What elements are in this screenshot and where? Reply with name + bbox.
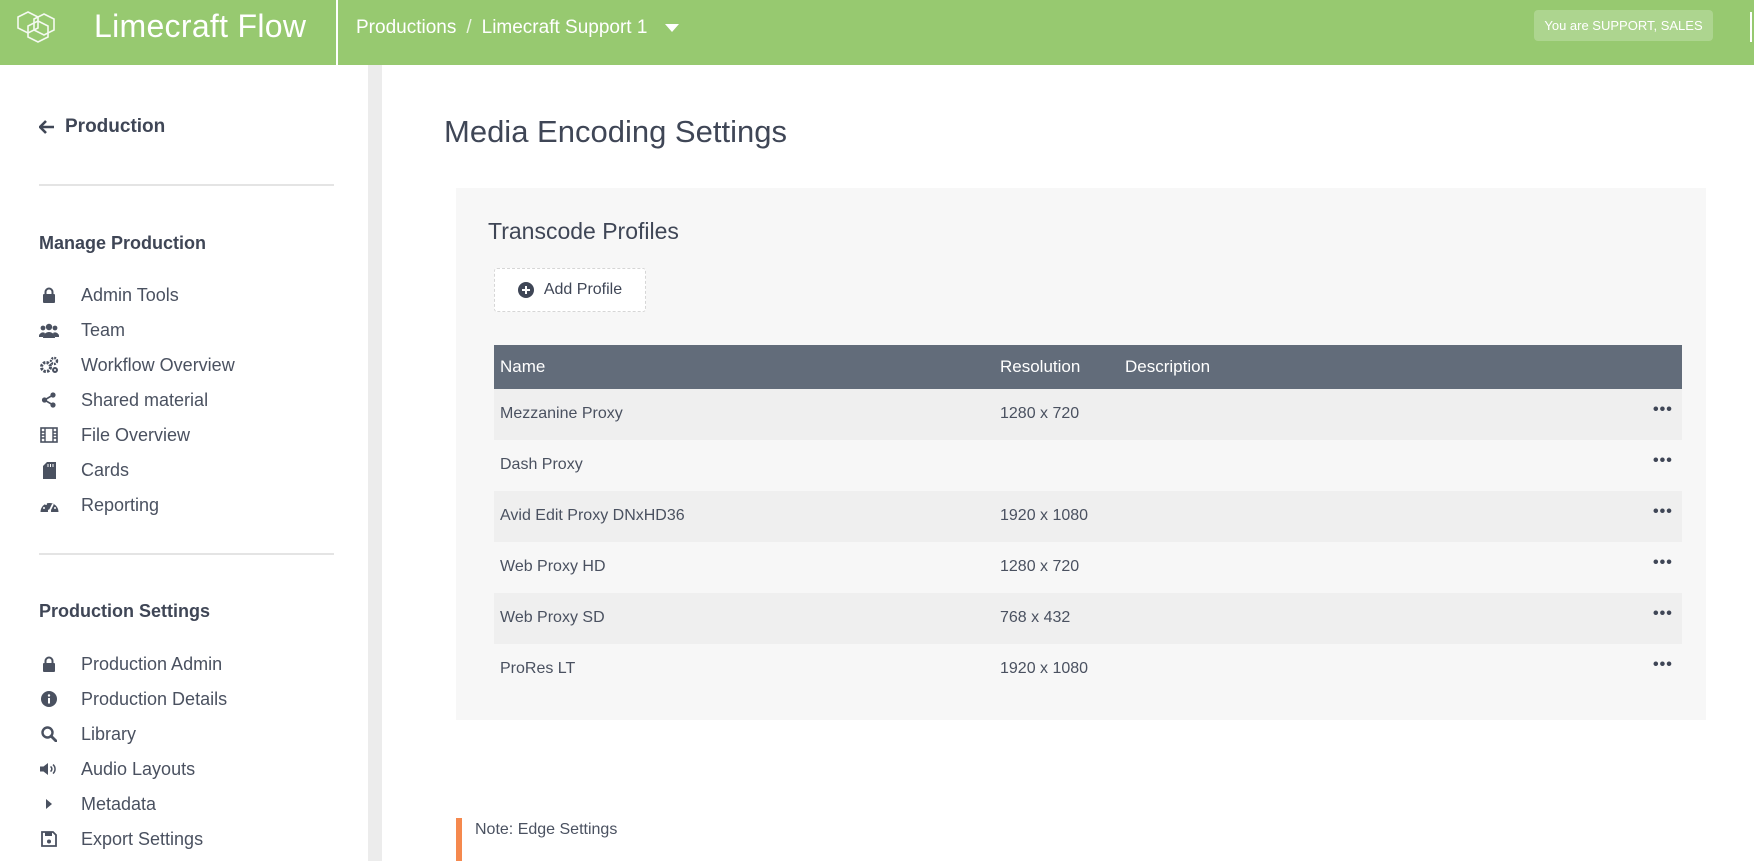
sidebar-item-label: Production Admin [81,653,223,674]
sidebar-item-audio-layouts[interactable]: Audio Layouts [39,756,195,782]
sidebar-item-file-overview[interactable]: File Overview [39,422,190,448]
add-profile-button[interactable]: Add Profile [494,268,646,312]
more-options-icon[interactable]: ••• [1653,605,1673,623]
film-icon [39,425,59,445]
page-title: Media Encoding Settings [444,114,787,149]
manage-production-heading: Manage Production [39,233,207,253]
edge-settings-note: Note: Edge Settings [456,818,856,861]
sd-card-icon [39,460,59,480]
sidebar-item-admin-tools[interactable]: Admin Tools [39,282,179,308]
table-row[interactable]: Web Proxy SD 768 x 432 ••• [494,593,1682,644]
chevron-down-icon[interactable] [665,24,680,32]
arrow-left-icon [39,120,54,134]
profile-resolution: 1280 x 720 [1000,558,1080,575]
profile-name: Dash Proxy [500,456,583,473]
limecraft-logo-icon[interactable] [14,8,60,52]
role-badge[interactable]: You are SUPPORT, SALES [1534,10,1713,41]
sidebar-item-production-details[interactable]: Production Details [39,686,227,712]
cogs-icon [39,355,59,375]
table-row[interactable]: Avid Edit Proxy DNxHD36 1920 x 1080 ••• [494,491,1682,542]
sidebar-gutter [368,65,382,861]
sidebar-item-label: Library [81,723,137,744]
search-icon [39,724,59,744]
dashboard-icon [39,495,59,515]
sidebar-item-cards[interactable]: Cards [39,457,129,483]
breadcrumb-current-production[interactable]: Limecraft Support 1 [482,17,648,39]
breadcrumb-productions[interactable]: Productions [356,17,456,39]
column-header-description[interactable]: Description [1125,357,1210,377]
lock-icon [39,285,59,305]
sidebar-item-label: Production Details [81,688,228,709]
table-row[interactable]: ProRes LT 1920 x 1080 ••• [494,644,1682,695]
lock-icon [39,654,59,674]
more-options-icon[interactable]: ••• [1653,452,1673,470]
table-row[interactable]: Dash Proxy ••• [494,440,1682,491]
back-to-production-link[interactable]: Production [39,116,165,138]
column-header-name[interactable]: Name [500,357,545,377]
sidebar-item-label: Audio Layouts [81,758,196,779]
note-text: Note: Edge Settings [475,821,618,838]
profile-resolution: 1920 x 1080 [1000,507,1089,524]
column-header-resolution[interactable]: Resolution [1000,357,1080,377]
sidebar-item-label: Team [81,319,126,340]
sidebar-item-team[interactable]: Team [39,317,125,343]
sidebar-item-label: Admin Tools [81,284,179,305]
sidebar-item-label: Cards [81,459,130,480]
production-settings-heading: Production Settings [39,601,210,621]
table-row[interactable]: Mezzanine Proxy 1280 x 720 ••• [494,389,1682,440]
sidebar-item-label: Workflow Overview [81,354,235,375]
scrollbar-edge [1750,12,1752,42]
back-link-label: Production [65,116,166,137]
brand-title[interactable]: Limecraft Flow [94,8,306,45]
sidebar-item-label: Reporting [81,494,160,515]
sidebar-divider [39,184,334,186]
sidebar-item-label: File Overview [81,424,191,445]
profile-resolution: 1280 x 720 [1000,405,1080,422]
sidebar-item-workflow-overview[interactable]: Workflow Overview [39,352,235,378]
plus-circle-icon [517,282,534,298]
sidebar-item-production-admin[interactable]: Production Admin [39,651,222,677]
users-icon [39,320,59,340]
save-icon [39,829,59,849]
profile-name: Web Proxy HD [500,558,606,575]
profile-resolution: 768 x 432 [1000,609,1071,626]
sidebar-item-reporting[interactable]: Reporting [39,492,159,518]
sidebar-item-library[interactable]: Library [39,721,136,747]
info-icon [39,689,59,709]
header-divider [336,0,338,65]
more-options-icon[interactable]: ••• [1653,554,1673,572]
breadcrumb-separator: / [466,17,472,38]
table-row[interactable]: Web Proxy HD 1280 x 720 ••• [494,542,1682,593]
volume-icon [39,759,59,779]
sidebar-item-label: Shared material [81,389,209,410]
profile-name: Web Proxy SD [500,609,605,626]
share-icon [39,390,59,410]
profile-resolution: 1920 x 1080 [1000,660,1089,677]
profile-name: ProRes LT [500,660,576,677]
breadcrumb: Productions / Limecraft Support 1 [356,17,680,39]
top-bar: Limecraft Flow Productions / Limecraft S… [0,0,1754,65]
more-options-icon[interactable]: ••• [1653,656,1673,674]
add-profile-label: Add Profile [543,281,623,298]
sidebar-divider [39,553,334,555]
more-options-icon[interactable]: ••• [1653,401,1673,419]
panel-title: Transcode Profiles [488,218,679,244]
more-options-icon[interactable]: ••• [1653,503,1673,521]
caret-right-icon [39,794,59,814]
table-header: Name Resolution Description [494,345,1682,389]
sidebar-item-label: Metadata [81,793,157,814]
sidebar-item-label: Export Settings [81,828,204,849]
sidebar-item-metadata[interactable]: Metadata [39,791,156,817]
sidebar-item-export-settings[interactable]: Export Settings [39,826,203,852]
sidebar-item-shared-material[interactable]: Shared material [39,387,208,413]
profile-name: Avid Edit Proxy DNxHD36 [500,507,685,524]
profile-name: Mezzanine Proxy [500,405,623,422]
